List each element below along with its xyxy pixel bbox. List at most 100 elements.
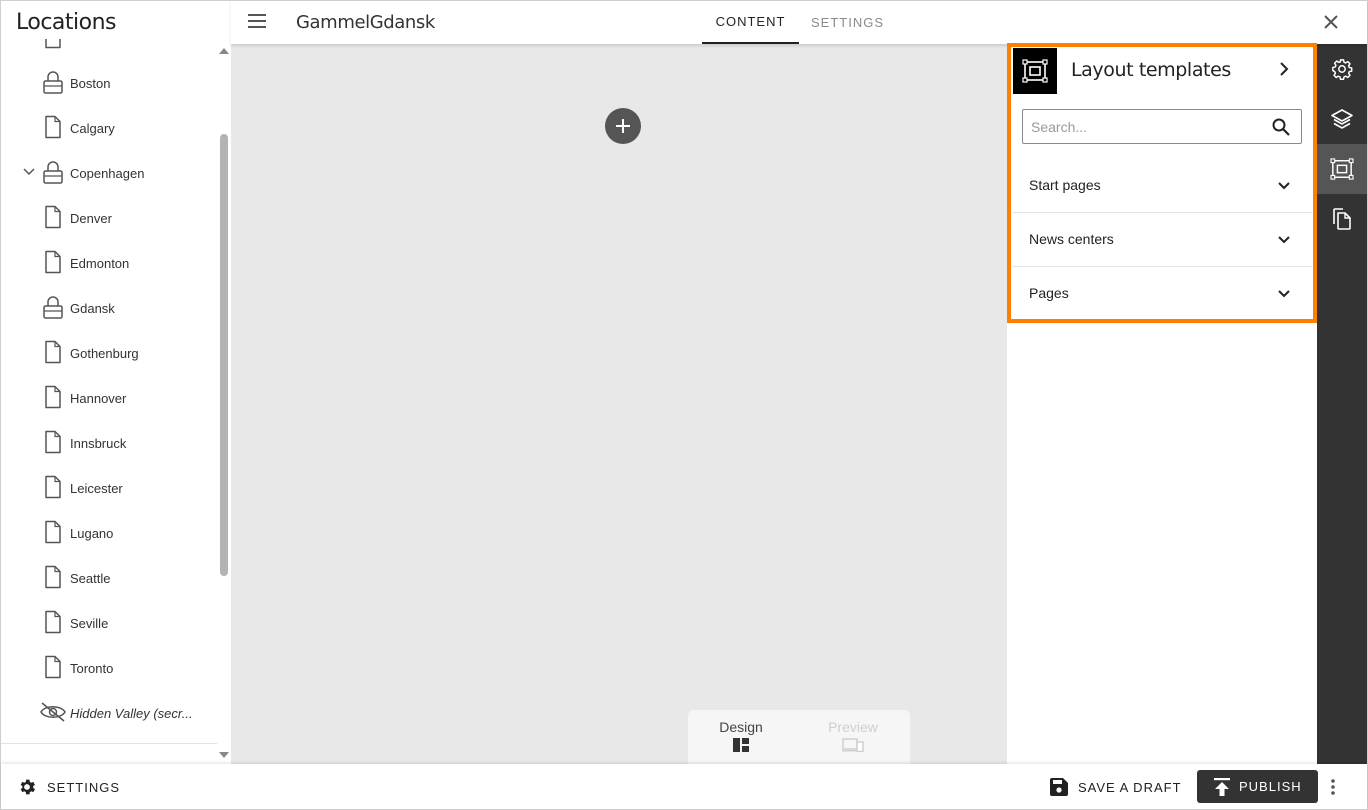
lock-icon — [42, 70, 64, 94]
preview-mode-label: Preview — [828, 719, 878, 735]
footer-settings-button[interactable]: SETTINGS — [17, 777, 120, 797]
chevron-down-icon — [1277, 287, 1291, 301]
page-icon — [42, 520, 64, 544]
footer-settings-label: SETTINGS — [47, 779, 121, 795]
tree-item-label: Hidden Valley (secr... — [70, 706, 193, 721]
chevron-down-icon — [1277, 233, 1291, 247]
tree-item-leicester[interactable]: Leicester — [1, 466, 217, 511]
tree-item[interactable] — [1, 39, 217, 61]
plus-icon — [616, 119, 630, 133]
save-draft-label: SAVE A DRAFT — [1078, 779, 1182, 795]
save-draft-button[interactable]: SAVE A DRAFT — [1050, 776, 1182, 798]
gear-icon — [20, 779, 35, 795]
rail-layers-button[interactable] — [1317, 94, 1367, 144]
page-icon — [42, 430, 64, 454]
tab-settings[interactable]: SETTINGS — [799, 1, 896, 44]
tree-item-label: Gothenburg — [70, 346, 139, 361]
tree-item-label: Toronto — [70, 661, 114, 676]
tree-item-edmonton[interactable]: Edmonton — [1, 241, 217, 286]
editor-canvas[interactable]: Design Preview — [231, 44, 1007, 764]
tree-item-label: Boston — [70, 76, 111, 91]
rail-layout-templates-button[interactable] — [1317, 144, 1367, 194]
chevron-down-icon — [1277, 179, 1291, 193]
tree-item-label: Hannover — [70, 391, 127, 406]
tree-item-innsbruck[interactable]: Innsbruck — [1, 421, 217, 466]
tree-item-copenhagen[interactable]: Copenhagen — [1, 151, 217, 196]
layout-templates-panel — [1007, 44, 1317, 764]
publish-icon — [1214, 777, 1230, 796]
page-icon — [42, 205, 64, 229]
view-mode-switch: Design Preview — [688, 710, 910, 764]
divider — [1, 743, 217, 744]
devices-icon — [842, 738, 864, 752]
page-icon — [42, 565, 64, 589]
tree-item-denver[interactable]: Denver — [1, 196, 217, 241]
hamburger-menu-icon[interactable] — [248, 14, 266, 28]
publish-label: PUBLISH — [1239, 779, 1302, 794]
tree-item-label: Gdansk — [70, 301, 115, 316]
page-icon — [42, 115, 64, 139]
scroll-up-arrow-icon[interactable] — [219, 48, 229, 54]
template-search-input[interactable] — [1031, 117, 1261, 137]
tree-item-seville[interactable]: Seville — [1, 601, 217, 646]
tree-item-lugano[interactable]: Lugano — [1, 511, 217, 556]
tool-rail — [1317, 44, 1367, 764]
tree-item-label: Denver — [70, 211, 112, 226]
tree-item-gothenburg[interactable]: Gothenburg — [1, 331, 217, 376]
tree-item-label: Copenhagen — [70, 166, 145, 181]
tree-item-hannover[interactable]: Hannover — [1, 376, 217, 421]
design-mode-button[interactable]: Design — [688, 719, 794, 752]
save-icon — [1050, 778, 1068, 796]
page-icon — [42, 385, 64, 409]
locations-sidebar: Locations Boston Calgary Copenhagen Denver E… — [1, 1, 231, 764]
section-start-pages[interactable]: Start pages — [1013, 159, 1312, 213]
chevron-right-icon[interactable] — [1277, 62, 1291, 76]
page-icon — [42, 340, 64, 364]
chevron-down-icon[interactable] — [22, 165, 36, 179]
top-bar: GammelGdansk CONTENT SETTINGS — [231, 1, 1367, 44]
tree-item-label: Seville — [70, 616, 109, 631]
close-icon[interactable] — [1323, 14, 1339, 30]
tree-item-toronto[interactable]: Toronto — [1, 646, 217, 691]
tree-item-label: Leicester — [70, 481, 123, 496]
bottom-bar: SETTINGS SAVE A DRAFT PUBLISH — [1, 764, 1367, 809]
section-label: Start pages — [1029, 177, 1101, 193]
tree-item-seattle[interactable]: Seattle — [1, 556, 217, 601]
preview-mode-button[interactable]: Preview — [800, 719, 906, 752]
layout-template-icon — [1013, 48, 1057, 94]
tab-content[interactable]: CONTENT — [702, 1, 799, 44]
layers-icon — [1331, 109, 1353, 129]
section-news-centers[interactable]: News centers — [1013, 213, 1312, 267]
page-icon — [42, 250, 64, 274]
page-title: GammelGdansk — [296, 12, 435, 33]
copy-icon — [1333, 208, 1351, 230]
search-icon[interactable] — [1272, 118, 1290, 136]
section-pages[interactable]: Pages — [1013, 267, 1312, 321]
design-mode-label: Design — [719, 719, 763, 735]
scrollbar-thumb[interactable] — [220, 134, 228, 576]
tree-item-boston[interactable]: Boston — [1, 61, 217, 106]
more-options-icon[interactable] — [1325, 777, 1341, 797]
scroll-down-arrow-icon[interactable] — [219, 752, 229, 758]
tree-item-label: Lugano — [70, 526, 114, 541]
lock-icon — [42, 160, 64, 184]
page-icon — [42, 39, 64, 49]
lock-icon — [42, 295, 64, 319]
page-icon — [42, 655, 64, 679]
layout-template-icon — [1330, 158, 1354, 180]
publish-button[interactable]: PUBLISH — [1197, 770, 1318, 803]
sidebar-title: Locations — [16, 10, 117, 35]
template-search-field[interactable] — [1022, 109, 1302, 144]
add-block-button[interactable] — [605, 108, 641, 144]
tree-item-gdansk[interactable]: Gdansk — [1, 286, 217, 331]
tree-item-label: Innsbruck — [70, 436, 127, 451]
rail-settings-button[interactable] — [1317, 44, 1367, 94]
tree-item-hidden-valley-secr[interactable]: Hidden Valley (secr... — [1, 691, 217, 736]
tree-item-calgary[interactable]: Calgary — [1, 106, 217, 151]
section-label: News centers — [1029, 231, 1114, 247]
page-icon — [42, 475, 64, 499]
dashboard-icon — [733, 738, 749, 752]
panel-title: Layout templates — [1071, 59, 1231, 81]
section-label: Pages — [1029, 285, 1069, 301]
rail-copy-button[interactable] — [1317, 194, 1367, 244]
